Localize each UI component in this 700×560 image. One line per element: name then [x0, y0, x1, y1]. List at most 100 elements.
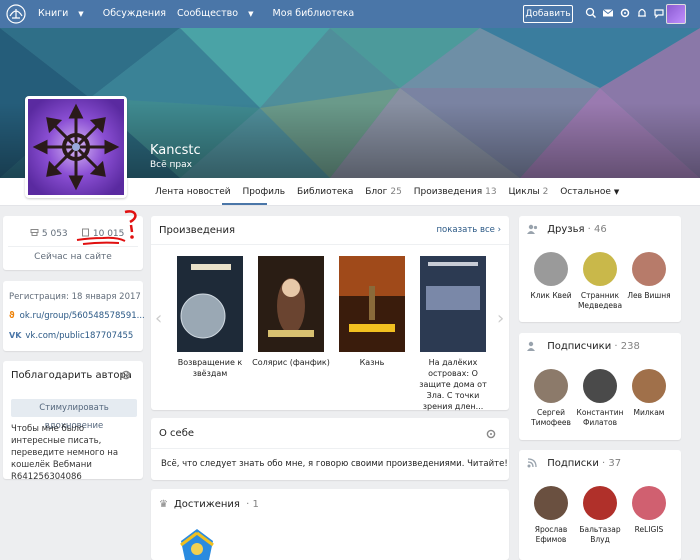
about-card: О себе Всё, что следует знать обо мне, я… [151, 418, 509, 480]
avatar [632, 369, 666, 403]
book-cover-1[interactable] [177, 256, 243, 352]
thank-author-card: Поблагодарить автора Стимулировать вдохн… [3, 361, 143, 482]
book-title-1[interactable]: Возвращение к звёздам [169, 357, 251, 379]
add-button[interactable]: Добавить [523, 5, 573, 23]
profile-avatar[interactable] [25, 96, 127, 198]
donation-text: Чтобы мне было интересные писать, переве… [11, 424, 119, 482]
active-tab-indicator [222, 203, 267, 205]
subscription-item[interactable]: Бальтазар Влуд [574, 486, 626, 545]
avatar [534, 252, 568, 286]
profile-status: Всё прах [150, 160, 192, 170]
follower-name: Константин Филатов [576, 408, 624, 427]
tab-profile[interactable]: Профиль [242, 187, 285, 197]
tab-blog[interactable]: Блог 25 [365, 187, 402, 197]
menu-community[interactable]: Сообщество ▼ [177, 8, 261, 19]
ok-icon: ϑ [9, 311, 15, 321]
follower-item[interactable]: Милкам [623, 369, 675, 418]
top-navigation-bar: Книги ▼ Обсуждения Сообщество ▼ Моя библио… [0, 0, 700, 28]
friend-item[interactable]: Странник Медведева [574, 252, 626, 311]
avatar [583, 369, 617, 403]
followers-header[interactable]: Подписчики · 238 [527, 341, 640, 352]
bell-icon[interactable] [635, 6, 649, 20]
about-title: О себе [159, 428, 195, 439]
followers-card: Подписчики · 238 Сергей Тимофеев Констан… [519, 333, 681, 440]
red-hand-drawn-annotation [76, 210, 137, 245]
friend-name: Странник Медведева [577, 291, 623, 310]
column-gap [143, 216, 145, 560]
gear-icon[interactable] [485, 428, 497, 440]
friend-name: Клик Квей [530, 291, 572, 300]
book-cover-2[interactable] [258, 256, 324, 352]
site-logo-icon[interactable] [6, 4, 26, 24]
subscriptions-header[interactable]: Подписки · 37 [527, 458, 621, 469]
book-title-4[interactable]: На далёких островах: О защите дома от Зл… [412, 357, 494, 412]
carousel-next-arrow[interactable]: › [497, 308, 504, 329]
friend-item[interactable]: Лев Вишня [623, 252, 675, 301]
contact-info-card: Регистрация: 18 января 2017 ϑ ok.ru/group… [3, 281, 145, 351]
avatar [632, 486, 666, 520]
avatar [583, 252, 617, 286]
menu-books[interactable]: Книги ▼ [38, 8, 92, 19]
follower-item[interactable]: Константин Филатов [574, 369, 626, 428]
avatar [534, 486, 568, 520]
tab-other[interactable]: Остальное ▼ [560, 187, 619, 197]
ok-link[interactable]: ϑ ok.ru/group/560548578591... [9, 311, 145, 321]
tab-news-feed[interactable]: Лента новостей [155, 187, 231, 197]
user-avatar-menu[interactable] [666, 4, 686, 24]
trophy-icon: ♛ [159, 499, 168, 510]
friend-name: Лев Вишня [627, 291, 671, 300]
menu-my-library[interactable]: Моя библиотека [273, 8, 355, 19]
likes-count: 5 053 [30, 228, 68, 239]
subscription-item[interactable]: Ярослав Ефимов [525, 486, 577, 545]
chaos-star-avatar-image [28, 99, 124, 195]
profile-name: Kancstc [150, 143, 201, 158]
book-title-3[interactable]: Казнь [331, 357, 413, 368]
rss-icon [527, 458, 537, 468]
follower-name: Милкам [633, 408, 665, 417]
tab-works[interactable]: Произведения 13 [414, 187, 497, 197]
cup-icon [30, 229, 39, 236]
vk-link[interactable]: VK vk.com/public187707455 [9, 331, 133, 341]
friends-icon [527, 224, 538, 234]
gear-icon[interactable] [120, 369, 132, 381]
about-text: Всё, что следует знать обо мне, я говорю… [161, 459, 508, 469]
works-card: Произведения показать все › ‹ › Возвраще… [151, 216, 509, 412]
divider [151, 244, 509, 245]
avatar [632, 252, 666, 286]
carousel-prev-arrow[interactable]: ‹ [155, 308, 162, 329]
achievements-header[interactable]: ♛ Достижения · 1 [159, 499, 259, 510]
book-cover-3[interactable] [339, 256, 405, 352]
subscription-name: ReLIGIS [634, 525, 664, 534]
friends-header[interactable]: Друзья · 46 [527, 224, 607, 235]
book-cover-4[interactable] [420, 256, 486, 352]
settings-icon[interactable] [618, 6, 632, 20]
achievement-badge-icon[interactable] [169, 527, 225, 560]
search-icon[interactable] [584, 6, 598, 20]
menu-discussions[interactable]: Обсуждения [103, 8, 166, 19]
avatar [534, 369, 568, 403]
main-menu: Книги ▼ Обсуждения Сообщество ▼ Моя библио… [38, 8, 362, 19]
subscription-item[interactable]: ReLIGIS [623, 486, 675, 535]
works-title: Произведения [159, 225, 235, 236]
registration-date: Регистрация: 18 января 2017 [9, 292, 141, 302]
followers-icon [527, 341, 535, 351]
friend-item[interactable]: Клик Квей [525, 252, 577, 301]
subscription-name: Ярослав Ефимов [534, 525, 568, 544]
book-title-2[interactable]: Солярис (фанфик) [250, 357, 332, 368]
avatar [583, 486, 617, 520]
thank-author-title: Поблагодарить автора [11, 370, 132, 381]
tab-library[interactable]: Библиотека [297, 187, 353, 197]
subscription-name: Бальтазар Влуд [579, 525, 621, 544]
mail-icon[interactable] [601, 6, 615, 20]
profile-tabs: Лента новостей Профиль Библиотека Блог 25… [155, 187, 628, 197]
stimulate-inspiration-button[interactable]: Стимулировать вдохновение [11, 399, 137, 431]
chat-icon[interactable] [652, 6, 666, 20]
vk-icon: VK [9, 331, 22, 340]
follower-item[interactable]: Сергей Тимофеев [525, 369, 577, 428]
show-all-link[interactable]: показать все › [436, 225, 501, 235]
achievements-card: ♛ Достижения · 1 [151, 489, 509, 560]
friends-card: Друзья · 46 Клик Квей Странник Медведева… [519, 216, 681, 322]
tab-cycles[interactable]: Циклы 2 [508, 187, 548, 197]
follower-name: Сергей Тимофеев [531, 408, 571, 427]
subscriptions-card: Подписки · 37 Ярослав Ефимов Бальтазар В… [519, 450, 681, 560]
